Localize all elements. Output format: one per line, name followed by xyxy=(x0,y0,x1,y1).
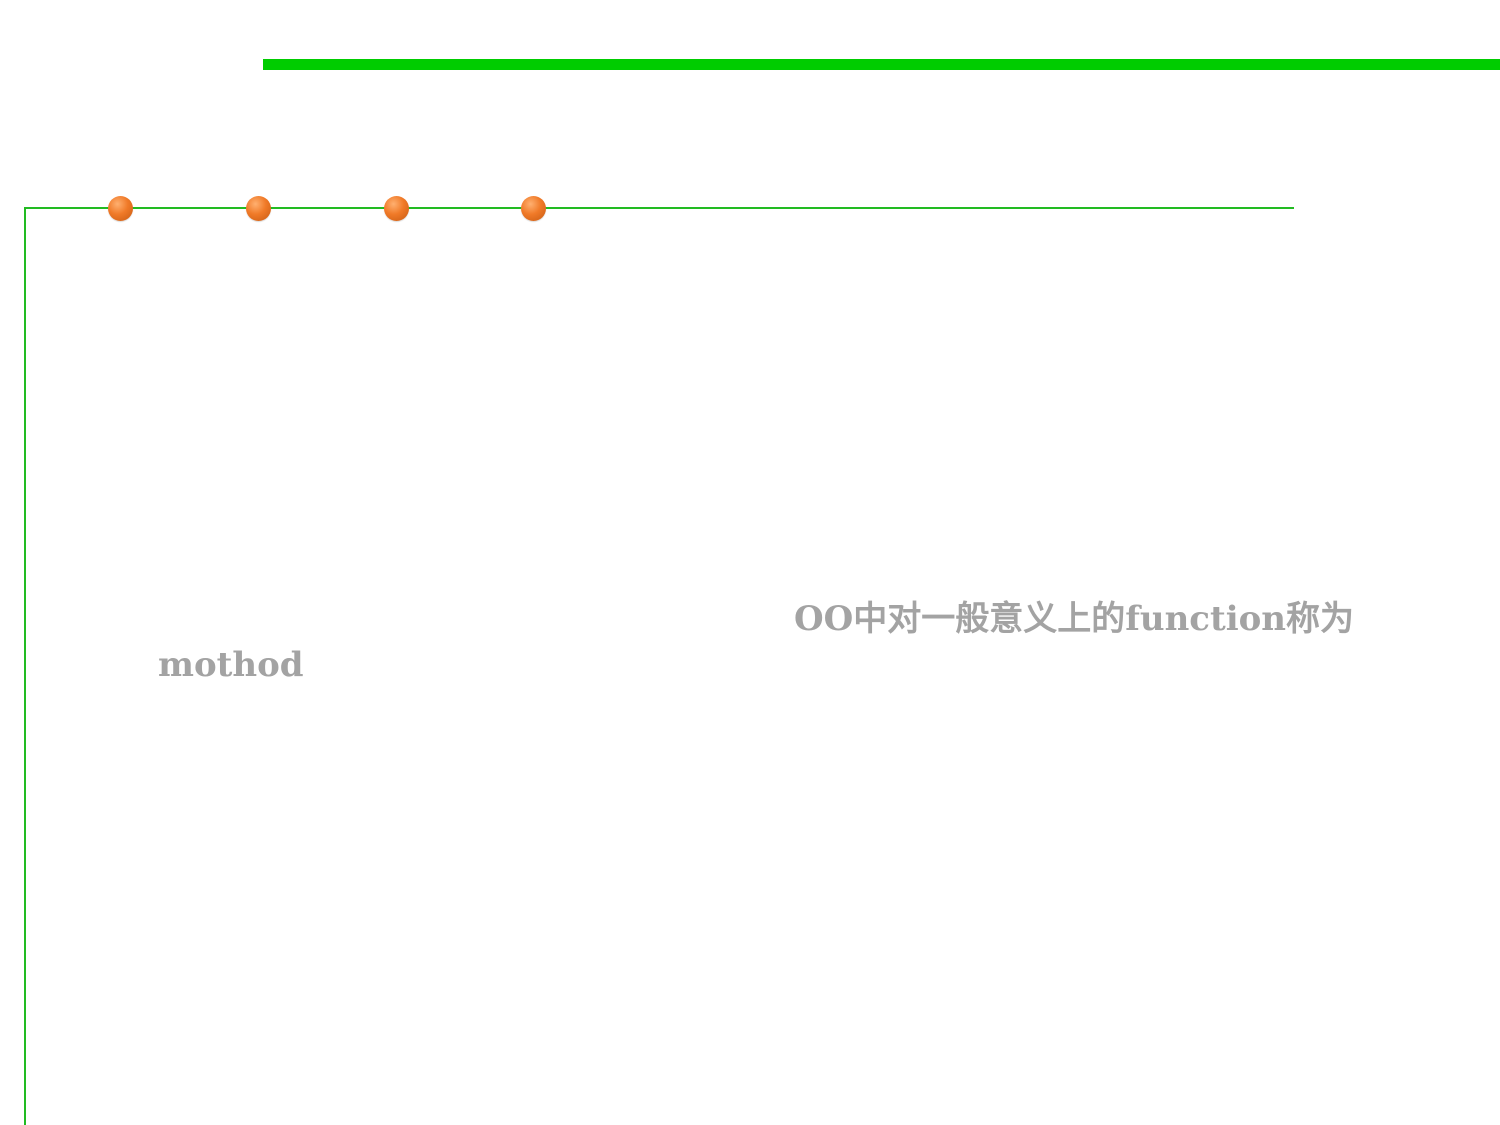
frame-vertical-line xyxy=(24,207,26,1125)
slide: OO中对一般意义上的function称为 mothod xyxy=(0,0,1500,1125)
top-accent-bar xyxy=(263,59,1500,70)
body-text-line-2: mothod xyxy=(158,645,304,685)
body-text-line-1: OO中对一般意义上的function称为 xyxy=(794,599,1355,639)
frame-horizontal-line xyxy=(24,207,1294,209)
orange-dot-decoration xyxy=(246,196,271,221)
orange-dot-decoration xyxy=(521,196,546,221)
slide-body-text: OO中对一般意义上的function称为 mothod xyxy=(158,596,1398,688)
orange-dot-decoration xyxy=(108,196,133,221)
orange-dot-decoration xyxy=(384,196,409,221)
